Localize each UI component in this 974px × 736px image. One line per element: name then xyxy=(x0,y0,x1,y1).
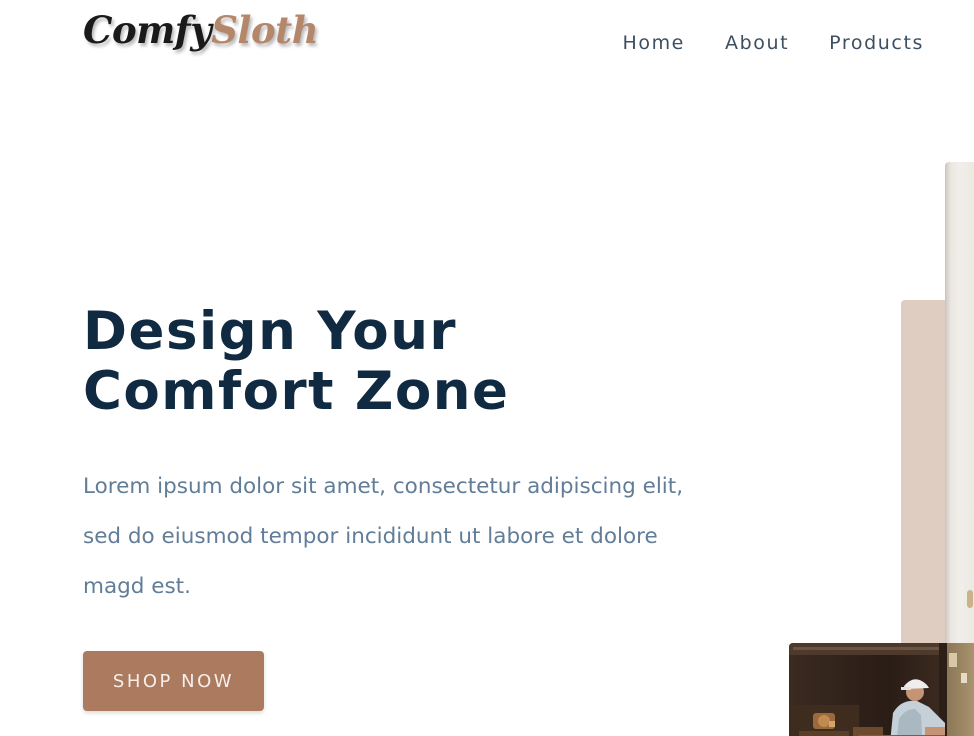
logo-text-comfy: Comfy xyxy=(83,8,212,52)
nav-links: Home About Products xyxy=(622,30,924,56)
hero-title-line-2: Comfort Zone xyxy=(83,361,510,422)
shop-now-button[interactable]: SHOP NOW xyxy=(83,651,264,711)
nav-link-home[interactable]: Home xyxy=(622,30,685,56)
hero-title: Design Your Comfort Zone xyxy=(83,302,509,422)
hero-description: Lorem ipsum dolor sit amet, consectetur … xyxy=(83,462,723,612)
nav-link-about[interactable]: About xyxy=(725,30,789,56)
hero-description-line-1: Lorem ipsum dolor sit amet, consectetur … xyxy=(83,474,684,499)
logo[interactable]: ComfySloth xyxy=(83,8,319,52)
logo-text-sloth: Sloth xyxy=(211,8,319,52)
hero-secondary-image xyxy=(789,643,974,736)
page: ComfySloth Home About Products Design Yo… xyxy=(0,0,974,736)
hero-title-line-1: Design Your xyxy=(83,301,458,362)
hero-description-line-3: magd est. xyxy=(83,574,191,599)
nav-link-products[interactable]: Products xyxy=(829,30,924,56)
hero-description-line-2: sed do eiusmod tempor incididunt ut labo… xyxy=(83,524,658,549)
workshop-photo-illustration xyxy=(789,643,974,736)
navbar: ComfySloth Home About Products xyxy=(0,0,974,84)
